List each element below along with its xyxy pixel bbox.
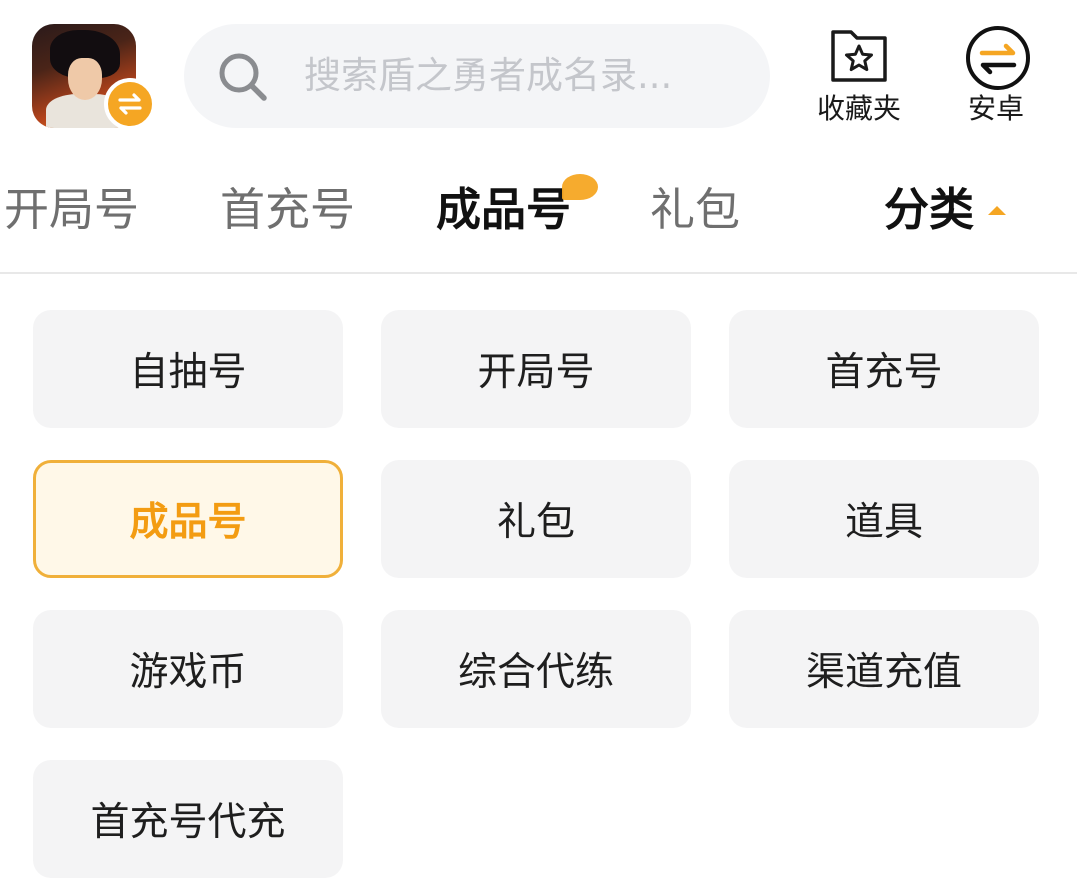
- category-chip-channel-recharge[interactable]: 渠道充值: [729, 610, 1039, 728]
- hot-indicator-icon: [562, 174, 598, 200]
- category-chip-opening[interactable]: 开局号: [381, 310, 691, 428]
- category-chip-self-draw[interactable]: 自抽号: [33, 310, 343, 428]
- favorites-button[interactable]: 收藏夹: [804, 24, 914, 126]
- search-placeholder: 搜索盾之勇者成名录...: [304, 54, 673, 97]
- swap-arrows-icon: [118, 93, 142, 115]
- switch-game-badge-icon[interactable]: [104, 78, 156, 130]
- tab-gift-pack[interactable]: 礼包: [650, 180, 740, 240]
- top-header: 搜索盾之勇者成名录... 收藏夹 安卓: [0, 0, 1077, 150]
- tab-finished-account[interactable]: 成品号: [436, 180, 571, 240]
- favorites-label: 收藏夹: [816, 92, 901, 125]
- category-chip-game-currency[interactable]: 游戏币: [33, 610, 343, 728]
- star-folder-icon: [827, 24, 891, 88]
- tab-opening-account[interactable]: 开局号: [4, 180, 139, 240]
- category-chip-items[interactable]: 道具: [729, 460, 1039, 578]
- category-chip-first-recharge-proxy[interactable]: 首充号代充: [33, 760, 343, 878]
- search-input[interactable]: 搜索盾之勇者成名录...: [184, 24, 770, 128]
- category-chip-first-recharge[interactable]: 首充号: [729, 310, 1039, 428]
- search-icon: [219, 53, 267, 101]
- category-chip-boosting[interactable]: 综合代练: [381, 610, 691, 728]
- category-toggle-label: 分类: [884, 183, 975, 236]
- swap-arrows-circle-icon: [964, 24, 1030, 90]
- caret-up-icon: [988, 205, 1007, 215]
- platform-switch-button[interactable]: 安卓: [941, 24, 1051, 126]
- category-chip-finished[interactable]: 成品号: [33, 460, 343, 578]
- category-toggle[interactable]: 分类: [884, 180, 1007, 240]
- character-face: [68, 58, 102, 100]
- tab-first-recharge-account[interactable]: 首充号: [220, 180, 355, 240]
- category-chip-gift-pack[interactable]: 礼包: [381, 460, 691, 578]
- tab-bar: 开局号 首充号 成品号 礼包 分类: [0, 150, 1077, 274]
- android-label: 安卓: [967, 92, 1024, 125]
